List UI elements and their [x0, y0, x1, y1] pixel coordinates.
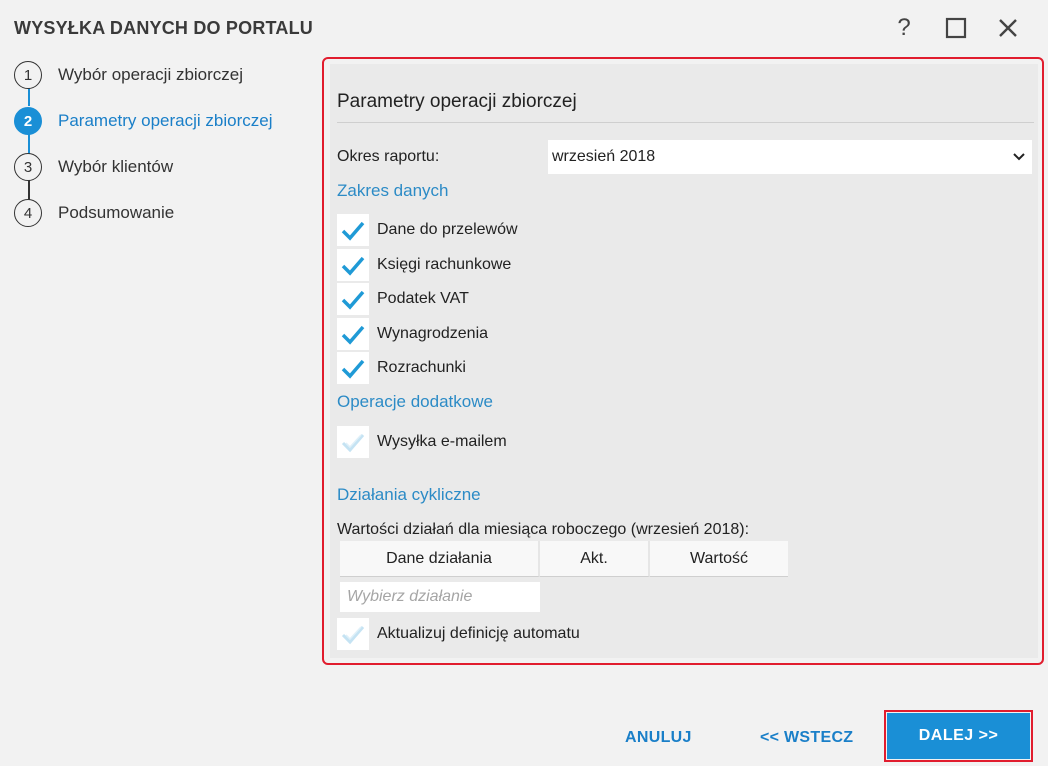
step-number: 3 [14, 153, 42, 181]
step-label: Parametry operacji zbiorczej [58, 111, 273, 130]
cancel-button[interactable]: ANULUJ [625, 729, 692, 747]
step-item-4[interactable]: 4 Podsumowanie [14, 198, 174, 228]
step-connector [28, 86, 30, 106]
step-label: Wybór operacji zbiorczej [58, 65, 244, 84]
step-item-3[interactable]: 3 Wybór klientów [14, 152, 173, 182]
step-number: 4 [14, 199, 42, 227]
maximize-icon[interactable] [930, 12, 982, 44]
step-item-2[interactable]: 2 Parametry operacji zbiorczej [14, 106, 272, 136]
window-title: WYSYŁKA DANYCH DO PORTALU [14, 18, 313, 38]
step-label: Wybór klientów [58, 157, 174, 176]
next-button[interactable]: DALEJ >> [887, 713, 1030, 759]
panel-highlight-frame [322, 57, 1044, 665]
window-controls: ? [878, 12, 1034, 44]
step-connector [28, 180, 30, 200]
step-label: Podsumowanie [58, 203, 175, 222]
close-icon[interactable] [982, 12, 1034, 44]
help-icon[interactable]: ? [878, 12, 930, 44]
step-number: 2 [14, 107, 42, 135]
step-connector [28, 134, 30, 154]
step-number: 1 [14, 61, 42, 89]
back-button[interactable]: << WSTECZ [760, 729, 853, 747]
step-item-1[interactable]: 1 Wybór operacji zbiorczej [14, 60, 243, 90]
